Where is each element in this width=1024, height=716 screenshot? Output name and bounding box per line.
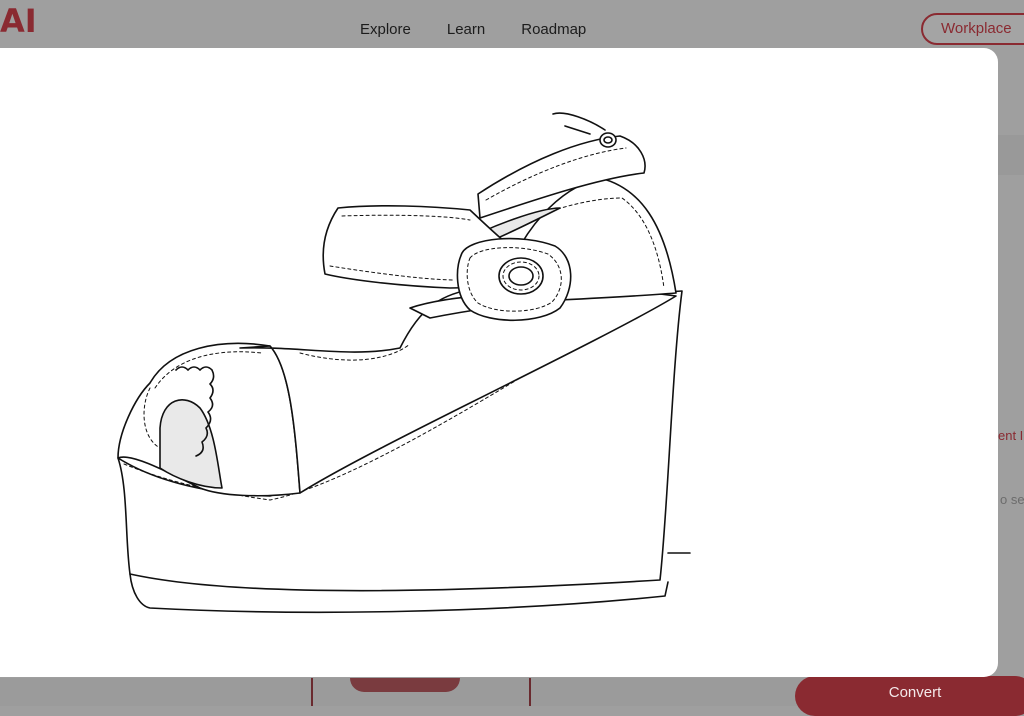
background-thumbnail [350,678,460,692]
nav-link-explore[interactable]: Explore [360,21,411,38]
background-partial-text: ent I [998,428,1024,443]
nav-link-roadmap[interactable]: Roadmap [521,21,586,38]
image-preview-modal[interactable] [0,48,998,677]
logo[interactable]: AI [0,2,37,40]
shoe-line-drawing-image [117,112,691,614]
top-navigation: AI Explore Learn Roadmap Workplace [0,0,1024,48]
nav-link-learn[interactable]: Learn [447,21,485,38]
background-partial-placeholder: o se [1000,492,1024,507]
background-panel [998,135,1024,175]
convert-button[interactable]: Convert [795,676,1024,716]
nav-links: Explore Learn Roadmap [360,21,586,38]
workplace-button[interactable]: Workplace [921,13,1024,45]
